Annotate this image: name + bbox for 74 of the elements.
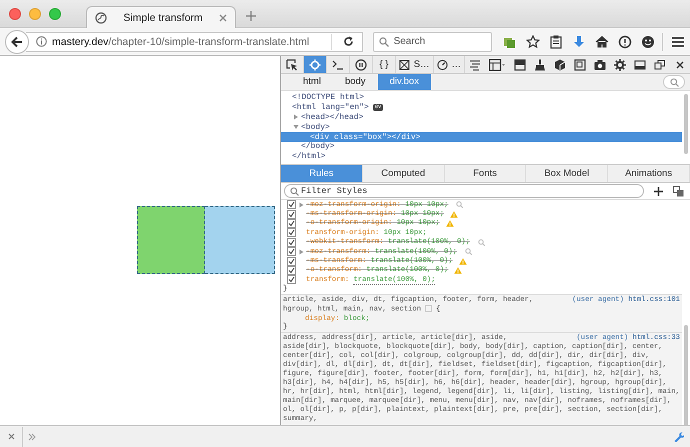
star-icon[interactable] xyxy=(526,34,540,48)
expand-arrow-icon[interactable] xyxy=(299,202,304,208)
download-icon[interactable] xyxy=(572,34,586,48)
picker-icon xyxy=(286,58,298,70)
search-icon xyxy=(670,78,678,86)
wrench-icon[interactable] xyxy=(673,431,684,442)
markup-node[interactable]: <html lang="en"> xyxy=(292,103,369,112)
info-icon xyxy=(36,36,47,47)
translated-box xyxy=(205,206,275,274)
checkbox[interactable] xyxy=(287,210,296,219)
highlight-outline xyxy=(137,206,205,274)
layout-dropdown-icon[interactable] xyxy=(489,58,506,70)
panel-tab[interactable]: Box Model xyxy=(526,165,608,182)
breadcrumb[interactable]: html xyxy=(291,74,333,90)
expand-arrow-icon[interactable] xyxy=(299,248,304,255)
search-field[interactable]: Search xyxy=(394,36,484,47)
markup-node[interactable]: </body> xyxy=(301,142,335,152)
markup-node[interactable]: <head></head> xyxy=(301,112,364,122)
collapse-arrow-icon[interactable] xyxy=(293,124,299,130)
pause-icon xyxy=(355,58,367,70)
expand-arrow-icon[interactable] xyxy=(293,114,299,120)
devtools-tab[interactable]: { } xyxy=(373,56,396,73)
checkbox[interactable] xyxy=(287,275,296,284)
resize-icon[interactable] xyxy=(574,58,586,70)
scrollbar-thumb[interactable] xyxy=(684,94,688,154)
dock-icon[interactable] xyxy=(634,58,646,70)
checkbox[interactable] xyxy=(287,256,296,266)
home-icon[interactable] xyxy=(595,34,610,48)
search-button[interactable] xyxy=(663,75,685,89)
back-arrow-icon xyxy=(11,36,23,48)
panel-icon[interactable] xyxy=(514,58,526,70)
inspector-icon xyxy=(309,58,321,70)
scrollbar-thumb[interactable] xyxy=(684,325,688,425)
back-button[interactable] xyxy=(5,30,29,54)
smiley-icon[interactable] xyxy=(641,34,656,48)
checkbox[interactable] xyxy=(287,200,296,210)
window-icon[interactable] xyxy=(654,58,666,70)
camera-icon[interactable] xyxy=(594,58,606,70)
align-icon[interactable] xyxy=(469,58,481,70)
filter-box[interactable]: Filter Styles xyxy=(284,184,644,198)
filter-field[interactable]: Filter Styles xyxy=(301,186,501,196)
devtools-tab[interactable]: S… xyxy=(396,56,434,73)
search-icon xyxy=(290,186,299,196)
settings-icon[interactable] xyxy=(614,58,626,70)
reload-icon[interactable] xyxy=(342,36,354,47)
cube-icon[interactable] xyxy=(554,58,566,70)
info-circle-icon[interactable] xyxy=(618,34,632,48)
search-icon xyxy=(378,36,389,46)
breadcrumb[interactable]: body xyxy=(332,74,378,90)
checkbox[interactable] xyxy=(287,247,296,256)
new-tab-icon[interactable] xyxy=(246,11,256,21)
search-box[interactable]: Search xyxy=(372,32,492,52)
clipboard-icon[interactable] xyxy=(549,34,564,48)
checkbox[interactable] xyxy=(287,228,296,238)
panel-tab[interactable]: Fonts xyxy=(444,165,526,182)
menu-icon[interactable] xyxy=(671,36,686,48)
markup-node[interactable]: <body> xyxy=(301,122,330,132)
devtools-tab[interactable]: … xyxy=(434,56,465,73)
globe-icon xyxy=(95,12,107,24)
checkbox[interactable] xyxy=(287,238,296,247)
browser-tab[interactable]: Simple transform xyxy=(86,6,236,28)
frame-icon xyxy=(399,58,410,70)
address-bar[interactable]: mastery.dev/chapter-10/simple-transform-translate.html xyxy=(26,32,363,52)
panel-tab[interactable]: Computed xyxy=(362,165,445,182)
console-icon xyxy=(332,58,344,70)
panel-tab[interactable]: Animations xyxy=(608,165,690,182)
brush-icon[interactable] xyxy=(534,58,546,70)
gauge-icon xyxy=(436,58,448,70)
add-icon[interactable] xyxy=(654,186,663,196)
markup-node[interactable]: <!DOCTYPE html> xyxy=(292,93,364,102)
classes-icon[interactable] xyxy=(673,186,684,196)
close-window-button[interactable] xyxy=(9,8,21,20)
markup-node[interactable]: </html> xyxy=(292,152,326,162)
close-icon[interactable] xyxy=(674,58,686,70)
